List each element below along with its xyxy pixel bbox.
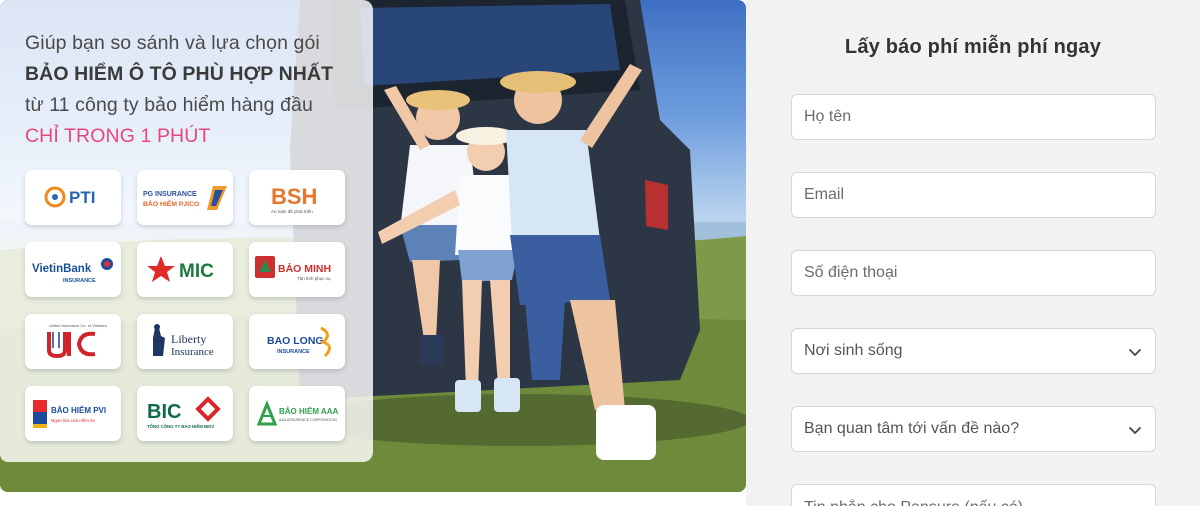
bao-minh-tagline: Tận tình phục vụ [297,276,331,281]
bao-long-text: BAO LONG [267,335,324,347]
liberty-text-1: Liberty [171,332,206,346]
bic-sub: TỔNG CÔNG TY BẢO HIỂM BIDV [147,424,214,429]
quote-form-panel: Lấy báo phí miễn phí ngay Nơi sinh sống … [746,0,1200,506]
pjico-top-text: PG INSURANCE [143,191,197,198]
pti-text: PTI [69,188,95,207]
form-title: Lấy báo phí miễn phí ngay [844,36,1102,58]
chevron-down-icon [1129,349,1141,356]
page: Giúp bạn so sánh và lựa chọn gói BẢO HIỂ… [0,0,1200,506]
residence-select[interactable]: Nơi sinh sống [791,328,1156,374]
email-field-wrapper [791,172,1156,218]
logo-bao-long[interactable]: BAO LONG INSURANCE [249,314,345,369]
insurer-logo-grid: PTI PG INSURANCE BẢO HIỂM PJICO BSH An t… [25,170,345,441]
intro-line-1: Giúp bạn so sánh và lựa chọn gói [25,32,320,54]
uic-top-text: United Insurance Co. of Vietnam [49,323,107,328]
phone-field-wrapper [791,250,1156,296]
concern-select[interactable]: Bạn quan tâm tới vấn đề nào? [791,406,1156,452]
logo-bic[interactable]: BIC TỔNG CÔNG TY BẢO HIỂM BIDV [137,386,233,441]
intro-line-3: từ 11 công ty bảo hiểm hàng đầu [25,94,313,116]
phone-input[interactable] [792,251,1155,295]
bsh-text: BSH [271,184,317,209]
concern-select-value: Bạn quan tâm tới vấn đề nào? [804,420,1020,437]
vietinbank-text: VietinBank [32,263,92,275]
mic-text: MIC [179,261,214,282]
chevron-down-icon [1129,427,1141,434]
logo-pjico[interactable]: PG INSURANCE BẢO HIỂM PJICO [137,170,233,225]
logo-bsh[interactable]: BSH An toàn để phát triển [249,170,345,225]
intro-text: Giúp bạn so sánh và lựa chọn gói BẢO HIỂ… [25,28,365,152]
intro-line-2: BẢO HIỂM Ô TÔ PHÙ HỢP NHẤT [25,63,334,85]
message-input[interactable] [792,485,1155,506]
vietinbank-sub: INSURANCE [63,278,96,284]
hero-banner: Giúp bạn so sánh và lựa chọn gói BẢO HIỂ… [0,0,746,492]
logo-vietinbank[interactable]: VietinBank INSURANCE [25,242,121,297]
name-field-wrapper [791,94,1156,140]
name-input[interactable] [792,95,1155,139]
bao-minh-text: BẢO MINH [278,262,331,275]
pjico-bottom-text: BẢO HIỂM PJICO [143,199,199,208]
logo-mic[interactable]: MIC [137,242,233,297]
logo-liberty[interactable]: Liberty Insurance [137,314,233,369]
pvi-text: BẢO HIỂM PVI [51,406,106,415]
pvi-tagline: Ngọn lửa của niềm tin [51,417,96,423]
intro-line-4: CHỈ TRONG 1 PHÚT [25,125,211,147]
bsh-tagline: An toàn để phát triển [271,208,313,214]
message-field-wrapper [791,484,1156,506]
liberty-text-2: Insurance [171,346,214,358]
bao-long-sub: INSURANCE [277,349,310,355]
logo-uic[interactable]: United Insurance Co. of Vietnam [25,314,121,369]
email-input[interactable] [792,173,1155,217]
bic-text: BIC [147,401,181,423]
logo-bao-minh[interactable]: BẢO MINH Tận tình phục vụ [249,242,345,297]
logo-aaa[interactable]: BẢO HIỂM AAA AAA ASSURANCE CORPORATION [249,386,345,441]
logo-pvi[interactable]: BẢO HIỂM PVI Ngọn lửa của niềm tin [25,386,121,441]
aaa-text: BẢO HIỂM AAA [279,407,338,416]
residence-select-value: Nơi sinh sống [804,342,903,359]
aaa-sub: AAA ASSURANCE CORPORATION [279,418,337,422]
logo-pti[interactable]: PTI [25,170,121,225]
